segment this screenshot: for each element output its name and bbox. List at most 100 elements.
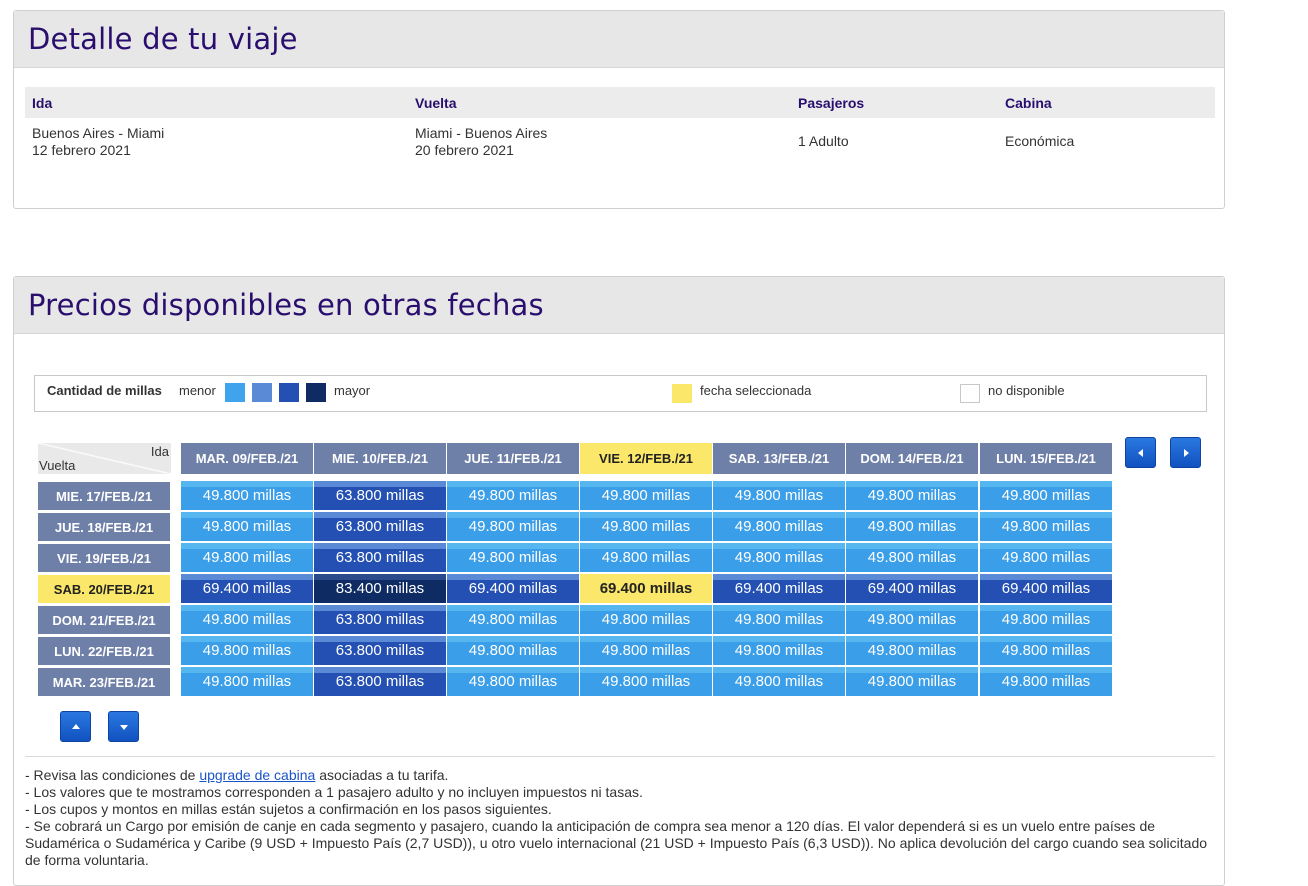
arrow-up-icon (71, 723, 80, 729)
price-cell[interactable]: 49.800 millas (447, 481, 579, 510)
note-1-text-end: asociadas a tu tarifa. (315, 767, 449, 783)
legend-selected: fecha seleccionada (700, 383, 812, 398)
legend-selected-swatch (672, 384, 692, 403)
note-4: - Se cobrará un Cargo por emisión de can… (25, 818, 1208, 868)
row-header: LUN. 22/FEB./21 (38, 637, 170, 665)
price-cell[interactable]: 49.800 millas (580, 605, 712, 634)
price-cell[interactable]: 49.800 millas (181, 543, 313, 572)
arrow-right-icon (1183, 448, 1189, 457)
price-cell[interactable]: 49.800 millas (846, 543, 978, 572)
price-cell[interactable]: 49.800 millas (447, 667, 579, 696)
pasajeros-header: Pasajeros (798, 95, 865, 111)
price-cell[interactable]: 49.800 millas (181, 667, 313, 696)
price-cell[interactable]: 49.800 millas (980, 667, 1112, 696)
price-cell[interactable]: 49.800 millas (846, 605, 978, 634)
upgrade-cabin-link[interactable]: upgrade de cabina (199, 767, 315, 783)
row-header: VIE. 19/FEB./21 (38, 544, 170, 572)
price-cell[interactable]: 49.800 millas (713, 605, 845, 634)
prices-header: Precios disponibles en otras fechas (14, 277, 1224, 334)
trip-detail-table: Ida Vuelta Pasajeros Cabina Buenos Aires… (25, 87, 1215, 164)
price-cell[interactable]: 49.800 millas (447, 605, 579, 634)
note-3: - Los cupos y montos en millas están suj… (25, 801, 552, 817)
legend-swatch-2 (252, 383, 272, 402)
price-cell[interactable]: 49.800 millas (846, 512, 978, 541)
legend-swatch-4 (306, 383, 326, 402)
price-cell[interactable]: 49.800 millas (713, 543, 845, 572)
next-dates-button[interactable] (1170, 437, 1201, 468)
fare-notes: - Revisa las condiciones de upgrade de c… (25, 756, 1215, 869)
price-cell[interactable]: 49.800 millas (713, 512, 845, 541)
vuelta-header: Vuelta (415, 95, 457, 111)
column-header: LUN. 15/FEB./21 (980, 443, 1112, 474)
price-cell[interactable]: 49.800 millas (980, 481, 1112, 510)
price-cell[interactable]: 49.800 millas (846, 481, 978, 510)
next-return-dates-button[interactable] (108, 711, 139, 742)
column-header: SAB. 13/FEB./21 (713, 443, 845, 474)
price-cell[interactable]: 49.800 millas (980, 636, 1112, 665)
row-header: JUE. 18/FEB./21 (38, 513, 170, 541)
price-cell[interactable]: 49.800 millas (447, 543, 579, 572)
price-cell[interactable]: 69.400 millas (181, 574, 313, 603)
price-cell[interactable]: 49.800 millas (181, 605, 313, 634)
ida-route: Buenos Aires - Miami (32, 125, 165, 141)
price-cell[interactable]: 49.800 millas (846, 636, 978, 665)
legend-unavailable-swatch (960, 384, 980, 403)
price-cell[interactable]: 49.800 millas (447, 512, 579, 541)
grid-corner: Ida Vuelta (38, 443, 171, 474)
column-header: VIE. 12/FEB./21 (580, 443, 712, 474)
price-cell[interactable]: 69.400 millas (713, 574, 845, 603)
price-cell[interactable]: 49.800 millas (846, 667, 978, 696)
price-cell[interactable]: 63.800 millas (314, 481, 446, 510)
price-cell[interactable]: 49.800 millas (181, 636, 313, 665)
price-cell[interactable]: 63.800 millas (314, 512, 446, 541)
trip-detail-header: Detalle de tu viaje (14, 11, 1224, 68)
price-cell[interactable]: 69.400 millas (447, 574, 579, 603)
price-cell[interactable]: 69.400 millas (846, 574, 978, 603)
price-cell[interactable]: 49.800 millas (980, 543, 1112, 572)
price-cell[interactable]: 49.800 millas (580, 636, 712, 665)
miles-legend: Cantidad de millas menor mayor fecha sel… (34, 375, 1207, 412)
price-cell[interactable]: 49.800 millas (580, 481, 712, 510)
column-header: DOM. 14/FEB./21 (846, 443, 978, 474)
vuelta-route: Miami - Buenos Aires (415, 125, 548, 141)
price-cell[interactable]: 49.800 millas (980, 512, 1112, 541)
prices-panel: Precios disponibles en otras fechas Cant… (13, 276, 1225, 886)
price-cell[interactable]: 49.800 millas (447, 636, 579, 665)
price-cell[interactable]: 49.800 millas (980, 605, 1112, 634)
note-2: - Los valores que te mostramos correspon… (25, 784, 643, 800)
legend-menor: menor (179, 383, 216, 398)
price-cell[interactable]: 63.800 millas (314, 667, 446, 696)
prev-dates-button[interactable] (1125, 437, 1156, 468)
price-cell[interactable]: 49.800 millas (713, 481, 845, 510)
trip-table-header: Ida Vuelta Pasajeros Cabina (25, 87, 1215, 118)
price-cell[interactable]: 49.800 millas (580, 543, 712, 572)
note-1-text: - Revisa las condiciones de (25, 767, 200, 783)
price-cell[interactable]: 69.400 millas (980, 574, 1112, 603)
price-cell[interactable]: 49.800 millas (713, 667, 845, 696)
legend-mayor: mayor (334, 383, 371, 398)
prices-title: Precios disponibles en otras fechas (28, 288, 544, 322)
price-cell[interactable]: 49.800 millas (181, 512, 313, 541)
trip-table-row: Buenos Aires - Miami 12 febrero 2021 Mia… (25, 118, 1215, 164)
trip-detail-title: Detalle de tu viaje (28, 22, 298, 56)
column-header: MAR. 09/FEB./21 (181, 443, 313, 474)
note-1: - Revisa las condiciones de upgrade de c… (25, 767, 1215, 784)
column-header: JUE. 11/FEB./21 (447, 443, 579, 474)
price-cell[interactable]: 49.800 millas (580, 667, 712, 696)
corner-vuelta-label: Vuelta (39, 458, 76, 473)
legend-unavailable: no disponible (988, 383, 1065, 398)
arrow-left-icon (1137, 448, 1143, 457)
column-header: MIE. 10/FEB./21 (314, 443, 446, 474)
cabina-header: Cabina (1005, 95, 1052, 111)
row-header: MAR. 23/FEB./21 (38, 668, 170, 696)
prev-return-dates-button[interactable] (60, 711, 91, 742)
price-cell[interactable]: 63.800 millas (314, 543, 446, 572)
price-cell[interactable]: 49.800 millas (713, 636, 845, 665)
price-cell[interactable]: 63.800 millas (314, 605, 446, 634)
price-cell[interactable]: 83.400 millas (314, 574, 446, 603)
price-cell[interactable]: 49.800 millas (181, 481, 313, 510)
arrow-down-icon (119, 724, 128, 730)
price-cell[interactable]: 63.800 millas (314, 636, 446, 665)
price-cell[interactable]: 49.800 millas (580, 512, 712, 541)
price-cell[interactable]: 69.400 millas (580, 574, 712, 603)
